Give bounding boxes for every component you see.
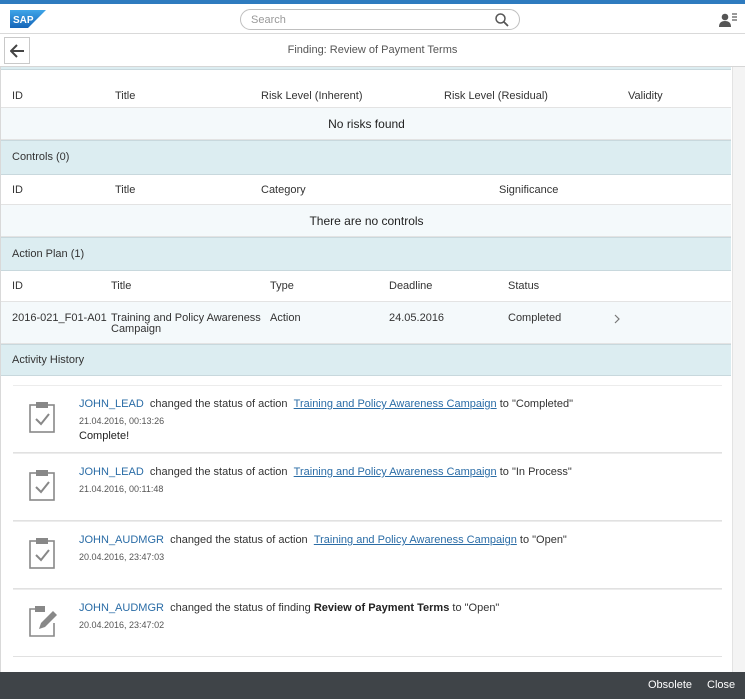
action-type: Action (270, 312, 301, 324)
column-header-title: Title (115, 184, 136, 196)
column-header-id: ID (12, 280, 23, 292)
feed-suffix: to "Open" (519, 534, 567, 546)
feed-text: JOHN_LEAD changed the status of action T… (79, 466, 572, 478)
object-page-content[interactable]: ID Title Risk Level (Inherent) Risk Leve… (0, 67, 731, 672)
page-header: Finding: Review of Payment Terms (0, 34, 745, 67)
column-header-validity: Validity (628, 90, 663, 102)
feed-timestamp: 21.04.2016, 00:13:26 (79, 416, 165, 426)
feed-user-link[interactable]: JOHN_AUDMGR (79, 534, 164, 546)
footer-toolbar: Obsolete Close (0, 672, 745, 699)
action-status: Completed (508, 312, 562, 324)
section-title: Controls (0) (12, 151, 70, 163)
search-input[interactable] (251, 12, 481, 28)
feed-action-text: changed the status of action (149, 466, 288, 478)
feed-user-link[interactable]: JOHN_AUDMGR (79, 602, 164, 614)
clipboard-check-icon (29, 538, 55, 569)
feed-timestamp: 20.04.2016, 23:47:03 (79, 552, 165, 562)
feed-object-link[interactable]: Training and Policy Awareness Campaign (294, 466, 497, 478)
feed-item: JOHN_AUDMGR changed the status of action… (13, 521, 722, 589)
column-header-title: Title (111, 280, 132, 292)
close-button[interactable]: Close (707, 672, 735, 699)
feed-text: JOHN_AUDMGR changed the status of action… (79, 534, 567, 546)
action-plan-section-header: Action Plan (1) (1, 237, 731, 271)
feed-timestamp: 20.04.2016, 23:47:02 (79, 620, 165, 630)
page-title: Finding: Review of Payment Terms (287, 44, 458, 56)
back-button[interactable] (4, 37, 30, 64)
chevron-right-icon[interactable] (613, 314, 621, 324)
column-header-status: Status (508, 280, 540, 292)
feed-action-text: changed the status of finding (170, 602, 311, 614)
controls-empty-message: There are no controls (1, 205, 731, 237)
feed-timestamp: 21.04.2016, 00:11:48 (79, 484, 164, 494)
vertical-scrollbar[interactable] (732, 67, 745, 672)
feed-text: JOHN_LEAD changed the status of action T… (79, 398, 573, 410)
activity-history-section-header: Activity History (1, 344, 731, 376)
action-deadline: 24.05.2016 (389, 312, 445, 324)
feed-user-link[interactable]: JOHN_LEAD (79, 466, 144, 478)
column-header-significance: Significance (499, 184, 559, 196)
section-title: Action Plan (1) (12, 248, 85, 260)
logo-text: SAP (13, 15, 34, 26)
risks-empty-message: No risks found (1, 108, 731, 140)
arrow-left-icon (10, 44, 24, 58)
controls-table-header: ID Title Category Significance (1, 175, 731, 205)
feed-object-link[interactable]: Training and Policy Awareness Campaign (314, 534, 517, 546)
column-header-id: ID (12, 90, 23, 102)
action-title-line2: Campaign (111, 323, 162, 335)
action-plan-table-header: ID Title Type Deadline Status (1, 271, 731, 302)
column-header-risk-residual: Risk Level (Residual) (444, 90, 548, 102)
feed-action-text: changed the status of action (170, 534, 308, 546)
feed-suffix: to "In Process" (499, 466, 572, 478)
feed-suffix: to "Open" (452, 602, 500, 614)
obsolete-button[interactable]: Obsolete (648, 672, 692, 699)
feed-user-link[interactable]: JOHN_LEAD (79, 398, 144, 410)
feed-note: Complete! (79, 430, 130, 442)
risks-table-header: ID Title Risk Level (Inherent) Risk Leve… (1, 70, 731, 108)
column-header-id: ID (12, 184, 23, 196)
column-header-category: Category (261, 184, 306, 196)
column-header-deadline: Deadline (389, 280, 433, 292)
clipboard-check-icon (29, 402, 55, 433)
feed-action-text: changed the status of action (149, 398, 288, 410)
section-title: Activity History (12, 354, 85, 366)
action-plan-row[interactable]: 2016-021_F01-A01 Training and Policy Awa… (1, 302, 731, 344)
feed-object-link[interactable]: Training and Policy Awareness Campaign (294, 398, 497, 410)
search-icon[interactable] (494, 12, 510, 28)
user-menu-icon[interactable] (718, 11, 738, 29)
controls-section-header: Controls (0) (1, 140, 731, 175)
search-field[interactable] (240, 9, 520, 30)
sap-logo[interactable]: SAP (10, 10, 46, 28)
clipboard-check-icon (29, 470, 55, 501)
column-header-type: Type (270, 280, 294, 292)
feed-suffix: to "Completed" (499, 398, 573, 410)
column-header-title: Title (115, 90, 136, 102)
edit-note-icon (29, 606, 57, 637)
shell-bar: SAP (0, 4, 745, 34)
feed-item: JOHN_LEAD changed the status of action T… (13, 385, 722, 453)
feed-object-name: Review of Payment Terms (313, 602, 450, 614)
feed-item: JOHN_LEAD changed the status of action T… (13, 453, 722, 521)
feed-text: JOHN_AUDMGR changed the status of findin… (79, 602, 499, 614)
action-id: 2016-021_F01-A01 (12, 312, 107, 324)
feed-item: JOHN_AUDMGR changed the status of findin… (13, 589, 722, 657)
column-header-risk-inherent: Risk Level (Inherent) (261, 90, 363, 102)
activity-feed: JOHN_LEAD changed the status of action T… (1, 376, 731, 672)
